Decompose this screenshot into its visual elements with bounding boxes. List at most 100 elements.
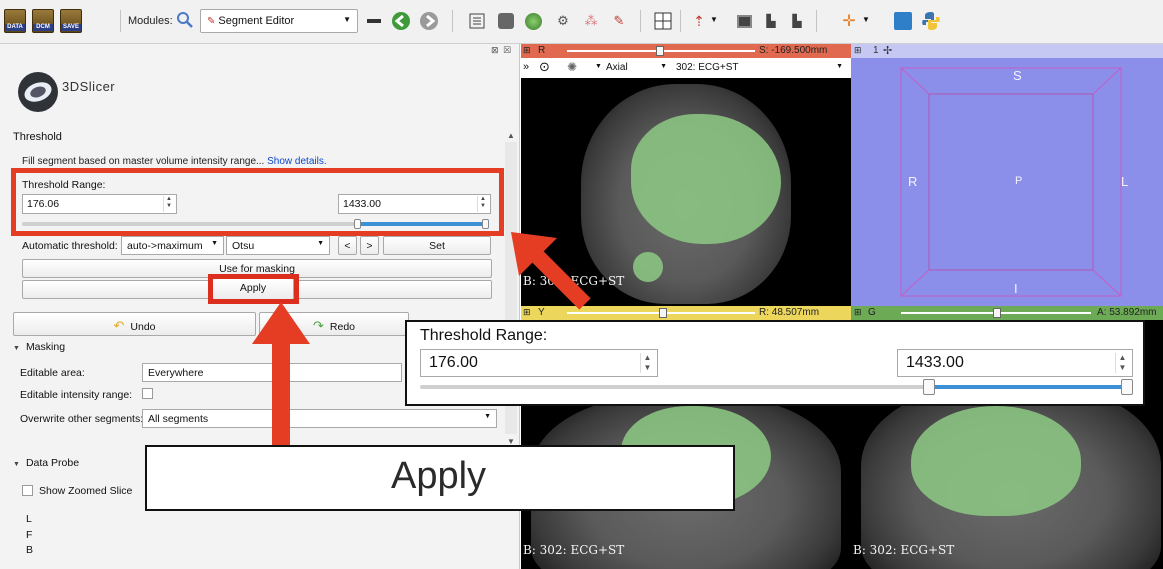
models-module-icon[interactable] [522, 10, 544, 32]
place-fiducial-icon[interactable]: ✛ [838, 10, 860, 32]
orient-i-label: I [1014, 281, 1018, 296]
zoom-slider-range[interactable] [930, 385, 1128, 389]
auto-threshold-mode-value: auto->maximum [127, 240, 203, 252]
forward-arrow-icon[interactable] [418, 10, 440, 32]
zoom-slider-max-handle[interactable] [1121, 379, 1133, 395]
toolbar-separator [120, 10, 121, 32]
scene-view-icon[interactable]: ▙ [760, 10, 782, 32]
zoom-apply-label: Apply [391, 455, 487, 497]
save-button[interactable]: SAVE [60, 9, 82, 33]
green-view-letter: G [868, 307, 876, 318]
data-probe-section-toggle[interactable]: ▼ Data Probe [13, 457, 79, 469]
crosshair-icon[interactable]: ⇡ [688, 10, 710, 32]
chevron-down-icon: ▼ [13, 345, 20, 352]
link-view-icon[interactable]: ⊙ [539, 59, 550, 75]
segmentation-overlay [631, 114, 781, 244]
spin-arrows-icon[interactable]: ▲ ▼ [640, 353, 654, 373]
back-arrow-icon[interactable] [390, 10, 412, 32]
red-view-controls: » ⊙ ✺ ▼ Axial ▼ 302: ECG+ST ▼ [521, 58, 851, 78]
volume-select[interactable]: 302: ECG+ST ▼ [673, 60, 847, 76]
pin-icon[interactable]: ⊞ [854, 45, 862, 56]
main-toolbar: DATA DCM SAVE Modules: ✎ Segment Editor ▼… [0, 0, 1163, 44]
module-history-icon[interactable] [363, 10, 385, 32]
editable-intensity-label: Editable intensity range: [20, 389, 133, 401]
screenshot-icon[interactable] [733, 10, 755, 32]
show-zoomed-checkbox[interactable] [22, 485, 33, 496]
markups-module-icon[interactable]: ⁂ [580, 10, 602, 32]
undo-button[interactable]: ↶ Undo [13, 312, 256, 336]
transforms-module-icon[interactable]: ⚙ [552, 10, 574, 32]
yellow-offset-handle[interactable] [659, 308, 667, 318]
chevron-down-icon: ▼ [13, 461, 20, 468]
next-threshold-button[interactable]: > [360, 236, 379, 255]
chevron-down-icon: ▼ [484, 413, 491, 420]
data-module-icon[interactable] [466, 10, 488, 32]
red-view-letter: R [538, 45, 546, 56]
toolbar-separator [816, 10, 817, 32]
chevron-down-icon[interactable]: ▼ [862, 15, 870, 24]
toolbar-separator [452, 10, 453, 32]
show-zoomed-label: Show Zoomed Slice [39, 485, 133, 497]
overwrite-value: All segments [148, 413, 209, 425]
aorta-segment [633, 252, 663, 282]
zoom-slider-track[interactable] [420, 385, 930, 389]
visibility-icon[interactable]: ✺ [567, 60, 577, 74]
redo-label: Redo [329, 321, 355, 333]
undo-label: Undo [130, 321, 156, 333]
orientation-value: Axial [606, 62, 628, 73]
python-console-icon[interactable] [920, 10, 942, 32]
masking-section-toggle[interactable]: ▼ Masking [13, 341, 65, 353]
orient-l-label: L [1121, 174, 1129, 189]
chevron-down-icon[interactable]: ▼ [595, 63, 602, 70]
chevron-down-icon[interactable]: ▼ [710, 15, 718, 24]
pin-icon[interactable]: ⊞ [523, 45, 531, 56]
editor-module-icon[interactable]: ✎ [608, 10, 630, 32]
pin-icon[interactable]: ⊞ [854, 307, 862, 318]
undock-icon[interactable]: ⊠ [491, 45, 499, 56]
overwrite-label: Overwrite other segments: [20, 413, 144, 425]
previous-threshold-button[interactable]: < [338, 236, 357, 255]
red-offset-handle[interactable] [656, 46, 664, 56]
module-search-icon[interactable] [176, 11, 194, 29]
extension-manager-icon[interactable] [892, 10, 914, 32]
orientation-select[interactable]: Axial ▼ [603, 60, 669, 76]
editable-area-value: Everywhere [148, 367, 204, 379]
orient-r-label: R [908, 174, 918, 189]
segment-editor-icon: ✎ [207, 16, 216, 27]
zoom-threshold-max-input[interactable]: 1433.00 ▲ ▼ [897, 349, 1133, 377]
zoom-slider-min-handle[interactable] [923, 379, 935, 395]
show-details-link[interactable]: Show details. [267, 156, 326, 167]
zoom-threshold-min-value: 176.00 [429, 354, 478, 371]
segmentation-overlay [911, 406, 1081, 516]
dicom-button[interactable]: DCM [32, 9, 54, 33]
module-selector[interactable]: ✎ Segment Editor ▼ [200, 9, 358, 33]
overwrite-select[interactable]: All segments ▼ [142, 409, 497, 428]
scroll-up-icon[interactable]: ▲ [507, 131, 515, 140]
apply-zoom-callout: Apply [145, 445, 735, 511]
expand-controls-icon[interactable]: » [523, 61, 529, 73]
green-offset-handle[interactable] [993, 308, 1001, 318]
scene-view-options-icon[interactable]: ▙ [786, 10, 808, 32]
probe-f-label: F [26, 529, 33, 541]
load-data-button[interactable]: DATA [4, 9, 26, 33]
layout-icon[interactable] [652, 10, 674, 32]
modules-label: Modules: [128, 15, 173, 27]
app-name: 3DSlicer [62, 79, 116, 94]
close-panel-icon[interactable]: ☒ [503, 45, 511, 56]
editable-area-label: Editable area: [20, 367, 85, 379]
auto-threshold-method-select[interactable]: Otsu ▼ [226, 236, 330, 255]
auto-threshold-mode-select[interactable]: auto->maximum ▼ [121, 236, 224, 255]
set-threshold-button[interactable]: Set [383, 236, 491, 255]
volume-value: 302: ECG+ST [676, 62, 739, 73]
spin-arrows-icon[interactable]: ▲ ▼ [1115, 353, 1129, 373]
yellow-offset-value: R: 48.507mm [759, 307, 820, 318]
threshold-section-title: Threshold [13, 131, 62, 143]
zoom-threshold-min-input[interactable]: 176.00 ▲ ▼ [420, 349, 658, 377]
threed-view[interactable]: ⊞ 1 ✢ S R P L I [851, 44, 1163, 306]
threed-view-bar: ⊞ 1 ✢ [851, 44, 1163, 58]
volumes-module-icon[interactable] [495, 10, 517, 32]
editable-intensity-checkbox[interactable] [142, 388, 153, 399]
undo-arrow-icon: ↶ [113, 318, 125, 333]
center-view-icon[interactable]: ✢ [883, 44, 892, 57]
probe-l-label: L [26, 513, 32, 525]
